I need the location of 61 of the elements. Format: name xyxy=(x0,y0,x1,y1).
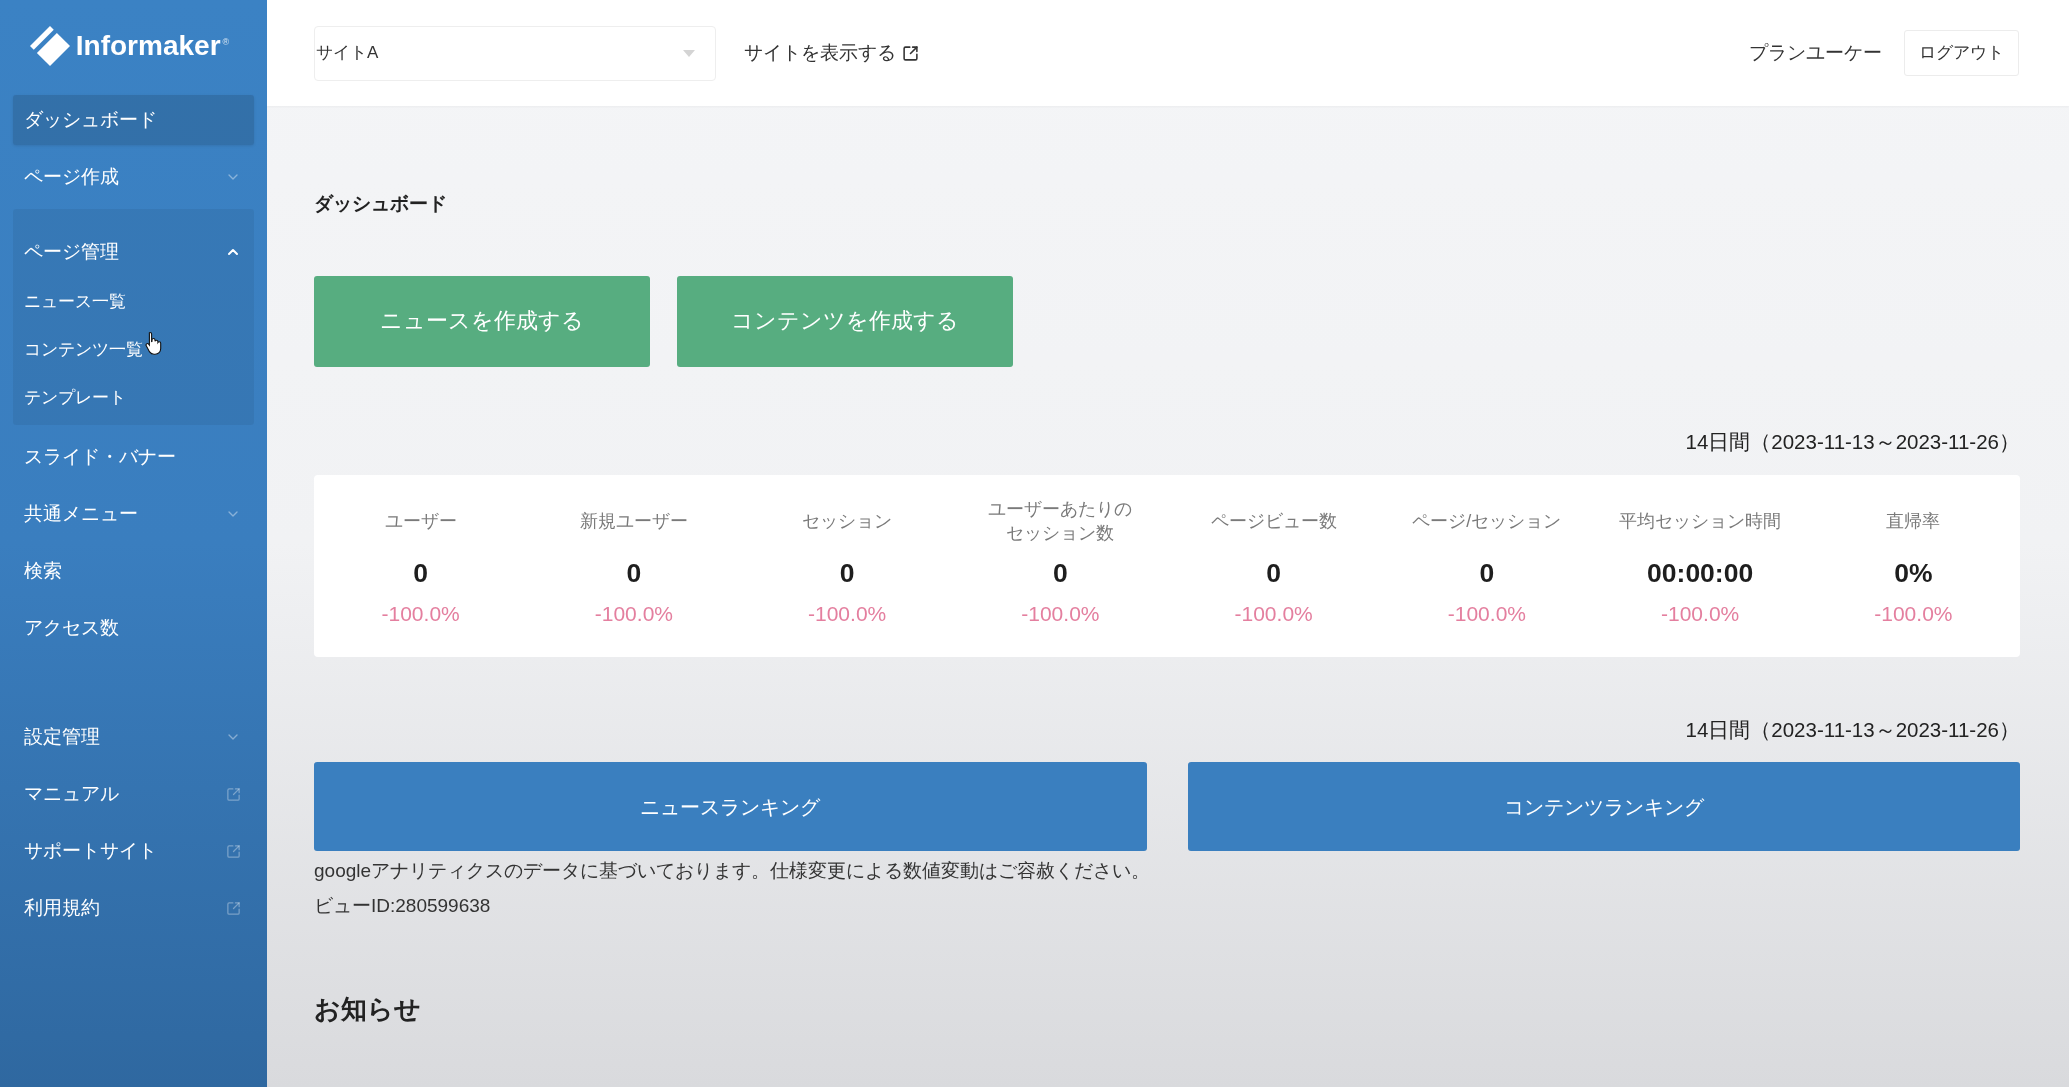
sidebar-item[interactable]: ダッシュボード xyxy=(13,95,254,145)
stat-label: 平均セッション時間 xyxy=(1619,510,1782,533)
sidebar-item[interactable]: アクセス数 xyxy=(13,603,254,653)
ranking-button[interactable]: ニュースランキング xyxy=(314,762,1147,851)
stat-change: -100.0% xyxy=(808,601,887,627)
sidebar-item[interactable]: サポートサイト xyxy=(13,826,254,876)
stat-label: ページビュー数 xyxy=(1210,510,1337,533)
sidebar-item[interactable]: スライド・バナー xyxy=(13,432,254,482)
stat-value: 0 xyxy=(1053,557,1068,589)
sidebar-item[interactable]: 利用規約 xyxy=(13,883,254,933)
user-name: プランユーケー xyxy=(1749,40,1882,65)
stat-change: -100.0% xyxy=(1447,601,1526,627)
stat-label: ページ/セッション xyxy=(1412,510,1562,533)
external-link-icon xyxy=(226,843,241,859)
site-select[interactable]: サイトA xyxy=(314,25,716,81)
stat-label: セッション xyxy=(802,510,893,533)
submenu-item[interactable]: コンテンツ一覧 xyxy=(13,325,254,373)
hand-cursor-icon xyxy=(145,331,163,355)
stat-change: -100.0% xyxy=(1874,601,1953,627)
sidebar-item[interactable]: 検索 xyxy=(13,546,254,596)
stat-change: -100.0% xyxy=(1021,601,1100,627)
view-site-link[interactable]: サイトを表示する xyxy=(744,38,919,68)
stat-value: 0 xyxy=(626,557,642,589)
stat-value: 0% xyxy=(1894,557,1933,589)
stat-change: -100.0% xyxy=(1234,601,1313,627)
submenu-item[interactable]: テンプレート xyxy=(13,373,254,421)
note-text: ビューID:280599638 xyxy=(314,894,491,918)
stat-value: 0 xyxy=(1266,557,1281,589)
create-button[interactable]: コンテンツを作成する xyxy=(677,276,1013,367)
sidebar-item[interactable]: 設定管理 xyxy=(13,712,254,762)
submenu-item[interactable]: ニュース一覧 xyxy=(13,277,254,325)
sidebar-item[interactable]: ページ管理 xyxy=(13,227,254,277)
stat-label: 新規ユーザー xyxy=(579,510,688,533)
news-heading: お知らせ xyxy=(314,993,421,1025)
stat-value: 00:00:00 xyxy=(1647,557,1754,589)
page-title: ダッシュボード xyxy=(314,192,447,216)
period-label: 14日間（2023-11-13～2023-11-26） xyxy=(1685,429,2020,455)
stat-label: ユーザー xyxy=(384,510,457,533)
stat-change: -100.0% xyxy=(594,601,673,627)
stat-label: ユーザーあたりのセッション数 xyxy=(987,498,1134,545)
period-label: 14日間（2023-11-13～2023-11-26） xyxy=(1685,717,2020,743)
stat-value: 0 xyxy=(839,557,855,589)
create-button[interactable]: ニュースを作成する xyxy=(314,276,650,367)
sidebar-item[interactable]: ページ作成 xyxy=(13,152,254,202)
note-text: googleアナリティクスのデータに基づいております。仕様変更による数値変動はご容赦ください。 xyxy=(314,859,1151,883)
sidebar-item[interactable]: 共通メニュー xyxy=(13,489,254,539)
stat-change: -100.0% xyxy=(381,601,460,627)
external-link-icon xyxy=(226,900,241,916)
stat-value: 0 xyxy=(413,557,428,589)
logo-text: Informaker xyxy=(75,32,221,60)
external-link-icon xyxy=(226,786,241,802)
stat-change: -100.0% xyxy=(1661,601,1740,627)
registered-mark: ® xyxy=(222,37,230,47)
external-link-icon xyxy=(902,44,919,62)
ranking-button[interactable]: コンテンツランキング xyxy=(1187,762,2020,851)
caret-down-icon xyxy=(683,49,695,57)
stat-value: 0 xyxy=(1479,557,1495,589)
stat-label: 直帰率 xyxy=(1886,510,1941,533)
sidebar-item[interactable]: マニュアル xyxy=(13,769,254,819)
diamond-logo-icon xyxy=(29,26,70,66)
logout-button[interactable]: ログアウト xyxy=(1904,30,2019,76)
